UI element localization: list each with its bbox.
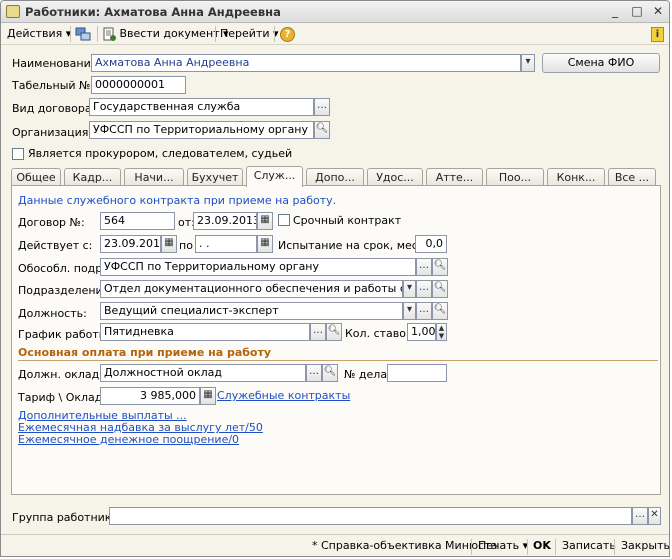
salary-label: Должн. оклад: — [18, 368, 103, 381]
calendar-icon[interactable]: ▦ — [257, 212, 273, 230]
division-label: Обособл. подр.: — [18, 262, 110, 275]
department-label: Подразделение: — [18, 284, 114, 297]
pay-section-title: Основная оплата при приеме на работу — [18, 346, 272, 359]
title-bar: Работники: Ахматова Анна Андреевна _ □ ✕ — [1, 1, 669, 23]
contract-number-field[interactable]: 564 — [100, 212, 175, 230]
tab-service[interactable]: Служ... — [246, 166, 303, 187]
position-label: Должность: — [18, 307, 87, 320]
name-label: Наименование: — [12, 57, 102, 70]
case-number-label: № дела: — [344, 368, 391, 381]
toolbar: Действия ▾ Ввести документ ▾ Перейти ▾ ?… — [1, 23, 669, 45]
tab-number-label: Табельный №: — [12, 79, 95, 92]
schedule-select-button[interactable]: … — [310, 323, 326, 341]
monthly-incentive-link[interactable]: Ежемесячное денежное поощрение/0 — [18, 433, 239, 446]
report-link[interactable]: * Справка-объективка Минюста — [312, 539, 497, 552]
prosecutor-label: Является прокурором, следователем, судье… — [28, 147, 293, 160]
organization-field[interactable]: УФССП по Территориальному органу — [89, 121, 314, 139]
contract-date-field[interactable]: 23.09.2013 — [193, 212, 257, 230]
contract-type-select-button[interactable]: … — [314, 98, 330, 116]
schedule-field[interactable]: Пятидневка — [100, 323, 310, 341]
name-dropdown-button[interactable]: ▾ — [521, 54, 535, 72]
valid-to-field[interactable]: . . — [195, 235, 257, 253]
salary-field[interactable]: Должностной оклад — [100, 364, 306, 382]
save-button[interactable]: Записать — [562, 539, 616, 552]
group-select-button[interactable]: … — [632, 507, 648, 525]
tariff-label: Тариф \ Оклад: — [18, 391, 107, 404]
print-menu[interactable]: Печать ▾ — [478, 539, 528, 552]
calendar-icon[interactable]: ▦ — [161, 235, 177, 253]
enter-document-button[interactable]: Ввести документ ▾ — [102, 26, 229, 42]
schedule-label: График работы: — [18, 328, 112, 341]
prosecutor-checkbox[interactable] — [12, 148, 24, 160]
department-select-button[interactable]: … — [416, 280, 432, 298]
division-select-button[interactable]: … — [416, 258, 432, 276]
calculator-icon[interactable]: ▦ — [200, 387, 216, 405]
close-button[interactable]: Закрыть — [621, 539, 669, 552]
name-field[interactable]: Ахматова Анна Андреевна — [91, 54, 521, 72]
department-dropdown-button[interactable]: ▾ — [403, 280, 416, 298]
search-icon[interactable]: 🔍︎ — [322, 364, 338, 382]
probation-label: Испытание на срок, мес.: — [278, 239, 426, 252]
fixed-term-checkbox[interactable] — [278, 214, 290, 226]
group-field[interactable] — [109, 507, 632, 525]
maximize-icon[interactable]: □ — [628, 4, 646, 19]
search-icon[interactable]: 🔍︎ — [432, 258, 448, 276]
case-number-field[interactable] — [387, 364, 447, 382]
salary-select-button[interactable]: … — [306, 364, 322, 382]
hierarchy-icon[interactable] — [75, 26, 91, 42]
fixed-term-label: Срочный контракт — [293, 214, 402, 227]
minimize-icon[interactable]: _ — [606, 4, 624, 19]
rates-spinner[interactable]: ▲ ▼ — [436, 323, 447, 341]
group-label: Группа работника: — [12, 511, 122, 524]
position-field[interactable]: Ведущий специалист-эксперт — [100, 302, 403, 320]
rates-field[interactable]: 1,00 — [407, 323, 436, 341]
close-icon[interactable]: ✕ — [649, 4, 667, 19]
employee-window: Работники: Ахматова Анна Андреевна _ □ ✕… — [0, 0, 670, 557]
search-icon[interactable]: 🔍︎ — [326, 323, 342, 341]
window-title: Работники: Ахматова Анна Андреевна — [25, 5, 281, 19]
valid-from-label: Действует с: — [18, 239, 93, 252]
info-icon[interactable]: i — [651, 26, 664, 42]
tariff-field[interactable]: 3 985,000 — [100, 387, 200, 405]
probation-field[interactable]: 0,0 — [415, 235, 447, 253]
document-icon — [103, 27, 116, 41]
service-contracts-link[interactable]: Служебные контракты — [217, 389, 350, 402]
valid-from-field[interactable]: 23.09.2013 — [100, 235, 161, 253]
rates-label: Кол. ставок: — [345, 327, 417, 340]
division-field[interactable]: УФССП по Территориальному органу — [100, 258, 416, 276]
group-clear-icon[interactable]: ✕ — [648, 507, 661, 525]
search-icon[interactable]: 🔍︎ — [432, 280, 448, 298]
tab-strip: Общее Кадр... Начи... Бухучет Служ... До… — [11, 166, 657, 187]
search-icon[interactable]: 🔍︎ — [432, 302, 448, 320]
to-label: по — [179, 239, 193, 252]
section-divider — [18, 360, 658, 361]
help-icon[interactable]: ? — [280, 26, 295, 42]
app-icon — [6, 5, 20, 18]
actions-menu[interactable]: Действия ▾ — [7, 26, 71, 42]
tab-number-field[interactable]: 0000000001 — [91, 76, 186, 94]
contract-type-label: Вид договора: — [12, 102, 96, 115]
change-fio-button[interactable]: Смена ФИО — [542, 53, 660, 73]
organization-search-icon[interactable]: 🔍︎ — [314, 121, 330, 139]
organization-label: Организация: — [12, 126, 93, 139]
position-dropdown-button[interactable]: ▾ — [403, 302, 416, 320]
panel-header: Данные служебного контракта при приеме н… — [18, 194, 337, 207]
contract-type-field[interactable]: Государственная служба — [89, 98, 314, 116]
ok-button[interactable]: OK — [533, 539, 551, 552]
bottom-bar: * Справка-объективка Минюста Печать ▾ OK… — [1, 534, 669, 556]
calendar-icon[interactable]: ▦ — [257, 235, 273, 253]
goto-menu[interactable]: Перейти ▾ — [220, 26, 279, 42]
position-select-button[interactable]: … — [416, 302, 432, 320]
contract-number-label: Договор №: — [18, 216, 85, 229]
department-field[interactable]: Отдел документационного обеспечения и ра… — [100, 280, 403, 298]
